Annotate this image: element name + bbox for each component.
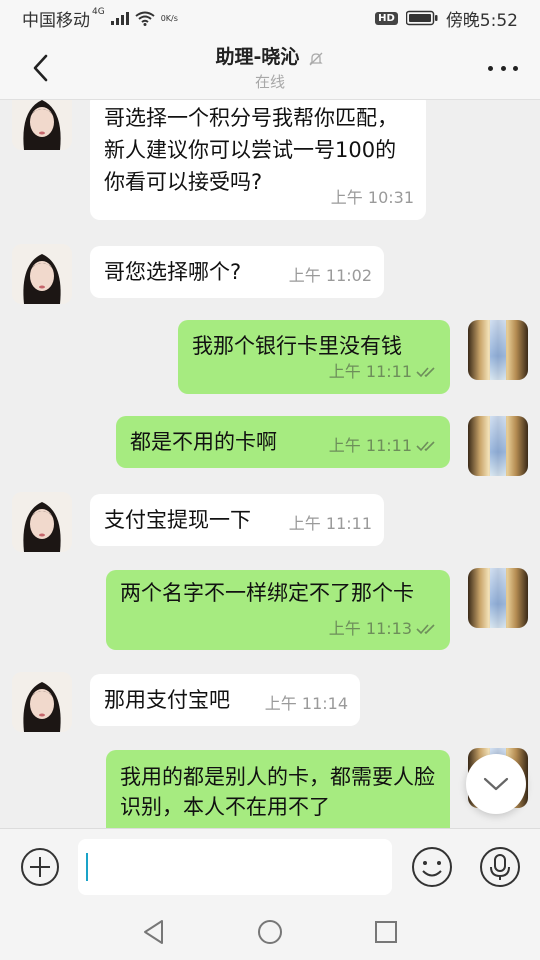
- contact-avatar[interactable]: [12, 244, 72, 304]
- message-time: 上午 10:31: [330, 188, 414, 207]
- my-avatar[interactable]: [468, 320, 528, 380]
- more-dot: [488, 65, 493, 71]
- microphone-icon: [480, 847, 520, 887]
- text-caret: [86, 853, 88, 881]
- input-bar: [0, 828, 540, 904]
- back-triangle-icon: [144, 920, 163, 944]
- mute-bell-icon: [309, 52, 324, 65]
- voice-button[interactable]: [478, 845, 522, 889]
- signal-icon: [110, 12, 129, 25]
- avatar-portrait-icon: [12, 492, 72, 552]
- message-bubble-outgoing[interactable]: 都是不用的卡啊 上午 11:11: [116, 416, 450, 468]
- more-options-button[interactable]: [488, 58, 518, 78]
- message-time: 上午 11:11: [288, 514, 372, 533]
- recents-square-icon: [375, 921, 397, 943]
- attach-button[interactable]: [18, 845, 62, 889]
- nav-back-button[interactable]: [140, 918, 168, 946]
- clock: 傍晚5:52: [445, 10, 518, 31]
- network-type: 4G: [92, 7, 105, 17]
- message-text: 我用的都是别人的卡，都需要人脸识别，本人不在用不了: [120, 765, 435, 819]
- online-status: 在线: [254, 73, 285, 91]
- message-time: 上午 11:13: [328, 619, 412, 638]
- emoji-icon: [412, 847, 452, 887]
- more-dot: [513, 65, 518, 71]
- chevron-down-icon: [483, 777, 509, 791]
- scroll-to-bottom-button[interactable]: [466, 754, 526, 814]
- read-ticks-icon: [416, 624, 435, 635]
- hd-badge: HD: [375, 11, 398, 25]
- message-bubble-incoming[interactable]: 哥您选择哪个? 上午 11:02: [90, 246, 384, 298]
- nav-home-button[interactable]: [256, 918, 284, 946]
- wifi-icon: [135, 11, 155, 26]
- home-circle-icon: [258, 920, 282, 944]
- message-text: 两个名字不一样绑定不了那个卡: [120, 581, 414, 605]
- message-time: 上午 11:11: [328, 436, 412, 455]
- contact-avatar[interactable]: [12, 100, 72, 150]
- avatar-portrait-icon: [12, 100, 72, 150]
- read-ticks-icon: [416, 441, 435, 452]
- contact-avatar[interactable]: [12, 672, 72, 732]
- nav-recents-button[interactable]: [372, 918, 400, 946]
- message-bubble-outgoing[interactable]: 两个名字不一样绑定不了那个卡 上午 11:13: [106, 570, 450, 650]
- my-avatar[interactable]: [468, 416, 528, 476]
- system-nav-bar: [0, 904, 540, 960]
- carrier-label: 中国移动: [22, 10, 90, 31]
- my-avatar[interactable]: [468, 568, 528, 628]
- plus-icon: [21, 848, 59, 886]
- network-speed: 0K/s: [160, 13, 178, 23]
- message-bubble-outgoing[interactable]: 我那个银行卡里没有钱 上午 11:11: [178, 320, 450, 394]
- emoji-button[interactable]: [410, 845, 454, 889]
- chat-header: 助理-晓沁 在线: [0, 36, 540, 100]
- message-time: 上午 11:02: [288, 266, 372, 285]
- message-list[interactable]: 哥选择一个积分号我帮你匹配，新人建议你可以尝试一号100的你看可以接受吗? 上午…: [0, 100, 540, 828]
- message-bubble-incoming[interactable]: 支付宝提现一下 上午 11:11: [90, 494, 384, 546]
- more-dot: [500, 65, 506, 71]
- message-time: 上午 11:11: [328, 362, 412, 381]
- message-input[interactable]: [78, 839, 392, 895]
- contact-avatar[interactable]: [12, 492, 72, 552]
- battery-icon: [405, 10, 438, 26]
- chat-title: 助理-晓沁: [215, 46, 300, 68]
- read-ticks-icon: [416, 367, 435, 378]
- message-bubble-outgoing[interactable]: 我用的都是别人的卡，都需要人脸识别，本人不在用不了: [106, 750, 450, 828]
- avatar-portrait-icon: [12, 244, 72, 304]
- avatar-portrait-icon: [12, 672, 72, 732]
- message-time: 上午 11:14: [264, 694, 348, 713]
- message-bubble-incoming[interactable]: 那用支付宝吧 上午 11:14: [90, 674, 360, 726]
- message-bubble-incoming[interactable]: 哥选择一个积分号我帮你匹配，新人建议你可以尝试一号100的你看可以接受吗? 上午…: [90, 100, 426, 220]
- chat-title-block: 助理-晓沁 在线: [0, 42, 540, 92]
- status-bar: 中国移动 4G 0K/s HD 傍晚5:52: [0, 0, 540, 36]
